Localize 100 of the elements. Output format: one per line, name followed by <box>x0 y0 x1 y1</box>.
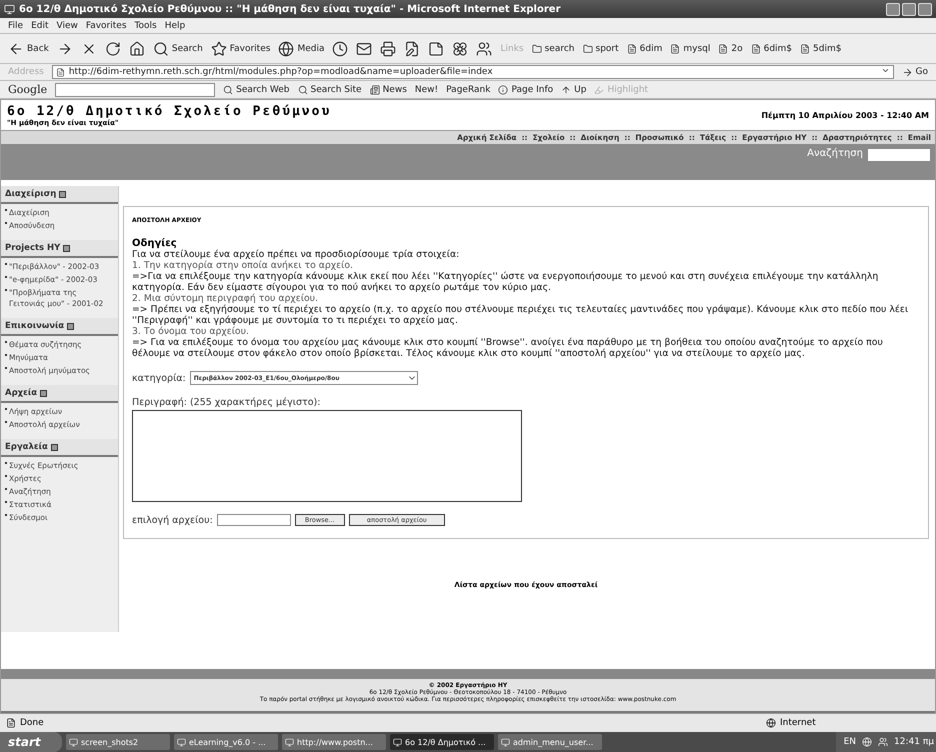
link-button[interactable]: mysql <box>670 44 710 54</box>
link-button[interactable]: sport <box>582 44 619 54</box>
menu-item[interactable]: Favorites <box>86 20 127 30</box>
description-textarea[interactable] <box>132 410 522 502</box>
sidebar-heading[interactable]: Projects HY <box>1 240 118 258</box>
google-toolbar-button[interactable]: Up <box>561 84 586 94</box>
site-title: 6ο 12/θ Δημοτικό Σχολείο Ρεθύμνου <box>7 104 332 118</box>
page-icon <box>56 68 65 76</box>
toolbar-button[interactable]: Favorites <box>210 40 270 56</box>
collapse-icon <box>40 390 48 396</box>
collapse-icon <box>67 322 74 330</box>
window-icon <box>69 738 78 746</box>
window-icon <box>393 738 402 746</box>
address-field[interactable]: http://6dim-rethymn.reth.sch.gr/html/modules.php?op=modload&name=uploader&file=index <box>52 65 894 79</box>
menu-item[interactable]: View <box>56 20 78 30</box>
page-icon <box>750 44 761 54</box>
go-button[interactable]: Go <box>902 66 928 78</box>
instruction-text: => Για να επιλέξουμε το όνομα του αρχείου μας κάνουμε κλικ στο κουμπί ''Browse''. ανοίγει ένα παράθυρο με τη βοήθεια του οποίου αναζητούμε το αρχείο που θέλουμε να στείλουμε στον φάκελο στον οποίο βρίσκεται. Τέλος κάνουμε κλικ στο κουμπί ''αποστολή αρχείου'' για να στείλουμε το αρχείο μας. <box>132 337 884 359</box>
window-icon <box>285 738 294 746</box>
page-icon <box>6 718 16 728</box>
start-button[interactable]: start <box>0 732 62 752</box>
toolbar-button[interactable]: Media <box>278 40 324 56</box>
toolbar-button[interactable] <box>356 40 372 56</box>
file-label: επιλογή αρχείου: <box>132 514 213 526</box>
toolbar-button[interactable] <box>404 40 420 56</box>
folder-icon <box>582 44 592 54</box>
link-button[interactable]: 5dim$ <box>800 44 842 54</box>
note-icon <box>428 40 444 56</box>
sidebar-heading[interactable]: Επικοινωνία <box>1 318 118 336</box>
link-button[interactable]: 6dim$ <box>750 44 792 54</box>
toolbar-button[interactable] <box>128 40 145 56</box>
info-icon <box>498 84 508 94</box>
toolbar-button[interactable] <box>452 40 468 56</box>
search-field[interactable] <box>867 148 931 162</box>
page-icon <box>670 44 680 54</box>
google-toolbar-button[interactable]: News <box>370 84 407 94</box>
google-toolbar-button[interactable]: New! <box>414 84 438 94</box>
description-label: Περιγραφή: (255 χαρακτήρες μέγιστο): <box>132 397 320 408</box>
instruction-text: 1. Την κατηγορία στην οποία ανήκει το αρχείο. <box>132 260 354 271</box>
address-label: Address <box>8 67 44 77</box>
instructions-title: Οδηγίες <box>132 238 178 249</box>
google-toolbar-button[interactable]: Page Info <box>498 84 554 94</box>
instruction-text: Για να στείλουμε ένα αρχείο πρέπει να προσδιορίσουμε τρία στοιχεία: <box>132 249 460 260</box>
close-button[interactable] <box>918 2 932 16</box>
taskbar-button[interactable]: http://www.postn... <box>282 734 386 750</box>
toolbar-button[interactable] <box>104 40 121 56</box>
taskbar-button[interactable]: admin_menu_user... <box>498 734 602 750</box>
window-title: 6ο 12/θ Δημοτικό Σχολείο Ρεθύμνου :: "Η μάθηση δεν είναι τυχαία" - Microsoft Internet Explorer <box>19 4 561 14</box>
taskbar-button[interactable]: eLearning_v6.0 - ... <box>174 734 278 750</box>
sidebar-heading[interactable]: Διαχείριση <box>1 186 118 204</box>
clock-text: 12:41 πμ <box>894 737 934 747</box>
toolbar-button[interactable] <box>428 40 444 56</box>
globe-icon <box>278 40 294 56</box>
toolbar-button[interactable]: Search <box>152 40 203 56</box>
status-text: Done <box>20 718 44 728</box>
minimize-button[interactable] <box>886 2 900 16</box>
menu-item[interactable]: Help <box>164 20 186 30</box>
google-search-field[interactable] <box>55 82 216 96</box>
search-icon <box>223 84 234 94</box>
instruction-text: =>Για να επιλέξουμε την κατηγορία κάνουμε κλικ εκεί που λέει ''Κατηγορίες'' ώστε να ενεργοποιήσουμε το μενού και στη συνέχεια επιλέγουμε την κατάλληλη κατηγορία. Εάν δεν είμαστε σίγουροι για το πού ανήκει το αρχείο ρωτάμε τον κύριο μας. <box>132 271 880 293</box>
star-icon <box>210 40 227 56</box>
toolbar-button[interactable]: Back <box>8 40 49 56</box>
toolbar-button[interactable] <box>380 40 396 56</box>
menu-item[interactable]: File <box>8 20 24 30</box>
search-icon <box>152 40 169 56</box>
mail-icon <box>356 40 372 56</box>
file-field[interactable] <box>216 514 291 526</box>
language-indicator[interactable]: EN <box>844 737 856 747</box>
taskbar-button[interactable]: screen_shots2 <box>66 734 170 750</box>
printer-icon <box>380 40 396 56</box>
google-toolbar-button[interactable]: PageRank <box>446 84 490 94</box>
taskbar-button[interactable]: 6ο 12/θ Δημοτικό ... <box>390 734 494 750</box>
link-button[interactable]: search <box>532 44 574 54</box>
google-logo: Google <box>8 83 48 96</box>
link-button[interactable]: 6dim <box>626 44 662 54</box>
search-icon <box>298 84 308 94</box>
google-toolbar-button[interactable]: Search Site <box>298 84 362 94</box>
toolbar-button[interactable] <box>332 40 348 56</box>
date-text: Πέμπτη 10 Απριλίου 2003 - 12:40 AM <box>761 110 929 120</box>
maximize-button[interactable] <box>902 2 916 16</box>
sidebar-heading[interactable]: Εργαλεία <box>1 439 118 457</box>
go-arrow-icon <box>902 66 913 78</box>
toolbar-button[interactable] <box>476 40 492 56</box>
sidebar-heading[interactable]: Αρχεία <box>1 385 118 403</box>
menu-item[interactable]: Tools <box>134 20 157 30</box>
link-button[interactable]: 2o <box>718 44 743 54</box>
browser-icon <box>4 4 15 14</box>
page-icon <box>718 44 728 54</box>
home-icon <box>128 40 145 56</box>
search-label: Αναζήτηση <box>807 148 863 159</box>
newspaper-icon <box>370 84 380 94</box>
refresh-icon <box>104 40 121 56</box>
up-arrow-icon <box>561 84 572 94</box>
globe-icon <box>766 718 776 728</box>
menu-item[interactable]: Edit <box>31 20 48 30</box>
page-icon <box>626 44 637 54</box>
flower-icon <box>452 40 468 56</box>
links-label: Links <box>500 44 524 54</box>
google-toolbar-button[interactable]: Search Web <box>223 84 290 94</box>
instruction-text: => Πρέπει να εξηγήσουμε το τί περιέχει το αρχείο (π.χ. το αρχείο που στέλνουμε περιέχει τις τελευταίες μαντινάδες που γράψαμε). Κάνουμε κλικ στο πεδίο που λέει ''Περιγραφή'' και γράφουμε με συντομία το τι περιέχει το αρχείο μας. <box>132 304 910 326</box>
